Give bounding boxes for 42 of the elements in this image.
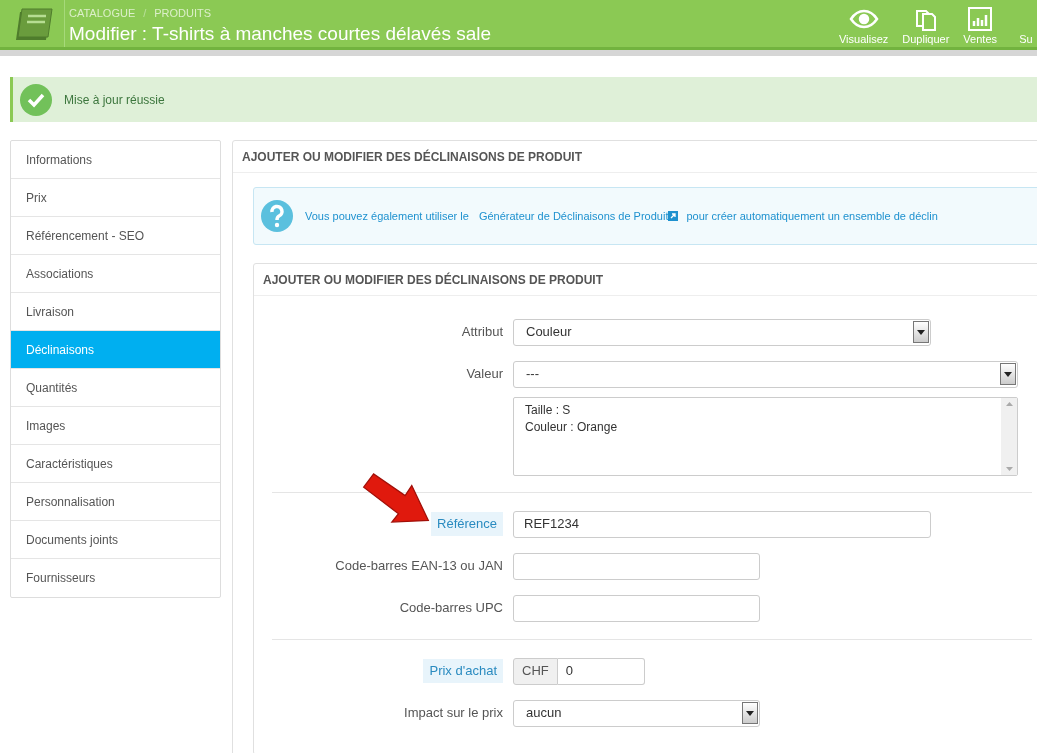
text-input[interactable]: REF1234	[513, 510, 931, 538]
price-input[interactable]: 0	[557, 657, 645, 685]
scroll-down-icon[interactable]	[1005, 467, 1013, 471]
scrollbar[interactable]	[1001, 398, 1017, 475]
combination-list[interactable]: Taille : S Couleur : Orange	[513, 397, 1018, 476]
alert-message: Mise à jour réussie	[64, 91, 165, 109]
currency-addon: CHF	[513, 657, 558, 685]
select-dropdown[interactable]: aucun	[513, 699, 760, 727]
info-text: Vous pouvez également utiliser le	[305, 208, 469, 224]
list-line[interactable]: Taille : S	[525, 402, 1001, 419]
field-label: Impact sur le prix	[404, 704, 503, 723]
scroll-up-icon[interactable]	[1005, 402, 1013, 406]
sidebar-item[interactable]: Référencement - SEO	[11, 217, 220, 255]
sidebar-item[interactable]: Personnalisation	[11, 483, 220, 521]
field-label: Valeur	[466, 365, 503, 384]
list-line[interactable]: Couleur : Orange	[525, 419, 1001, 436]
panel-title: AJOUTER OU MODIFIER DES DÉCLINAISONS DE PRODUIT	[242, 148, 583, 166]
sidebar-item[interactable]: Associations	[11, 255, 220, 293]
info-text: pour créer automatiquement un ensemble de déclin	[686, 208, 938, 224]
text-input[interactable]	[513, 552, 760, 580]
field-label: Code-barres EAN-13 ou JAN	[335, 557, 503, 576]
sidebar-item[interactable]: Fournisseurs	[11, 559, 220, 597]
sidebar-item[interactable]: Prix	[11, 179, 220, 217]
page-title: Modifier : T-shirts à manches courtes délavés sale	[69, 21, 492, 46]
field-label: Référence	[431, 512, 503, 536]
field-label: Code-barres UPC	[399, 599, 503, 618]
sidebar-item[interactable]: Documents joints	[11, 521, 220, 559]
check-circle-icon	[20, 83, 52, 116]
panel-title: AJOUTER OU MODIFIER DES DÉCLINAISONS DE PRODUIT	[263, 271, 604, 289]
text-input[interactable]	[513, 594, 760, 622]
sidebar-item[interactable]: Informations	[11, 141, 220, 179]
sidebar-item[interactable]: Images	[11, 407, 220, 445]
sidebar-item[interactable]: Quantités	[11, 369, 220, 407]
field-label: Prix d'achat	[423, 659, 503, 683]
field-label: Attribut	[461, 323, 503, 342]
external-link-icon[interactable]	[668, 211, 679, 221]
help-icon	[261, 200, 293, 232]
arrow-annotation	[362, 472, 430, 524]
select-dropdown[interactable]: ---	[513, 360, 1018, 388]
select-dropdown[interactable]: Couleur	[513, 318, 931, 346]
sidebar-item[interactable]: Caractéristiques	[11, 445, 220, 483]
breadcrumb-separator: /	[143, 6, 147, 21]
